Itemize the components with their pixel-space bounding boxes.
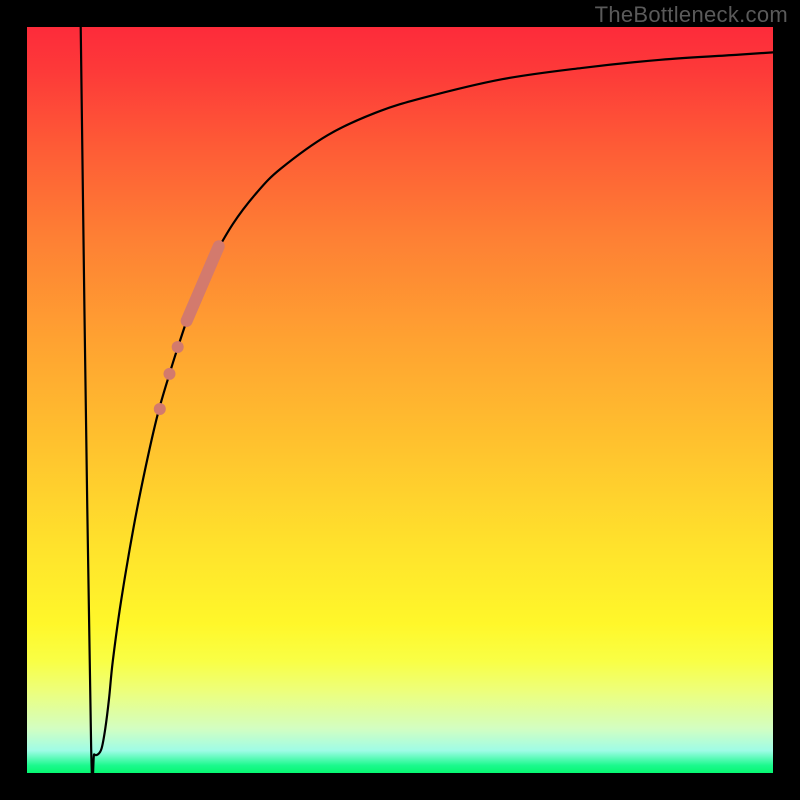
plot-area bbox=[27, 27, 773, 773]
marker-dots bbox=[154, 341, 184, 415]
marker-stroke bbox=[187, 246, 219, 321]
chart-frame: TheBottleneck.com bbox=[0, 0, 800, 800]
bottleneck-curve bbox=[81, 27, 773, 773]
marker-dot bbox=[154, 403, 166, 415]
curve-layer bbox=[27, 27, 773, 773]
marker-dot bbox=[172, 341, 184, 353]
marker-dot bbox=[163, 368, 175, 380]
watermark-text: TheBottleneck.com bbox=[595, 2, 788, 28]
